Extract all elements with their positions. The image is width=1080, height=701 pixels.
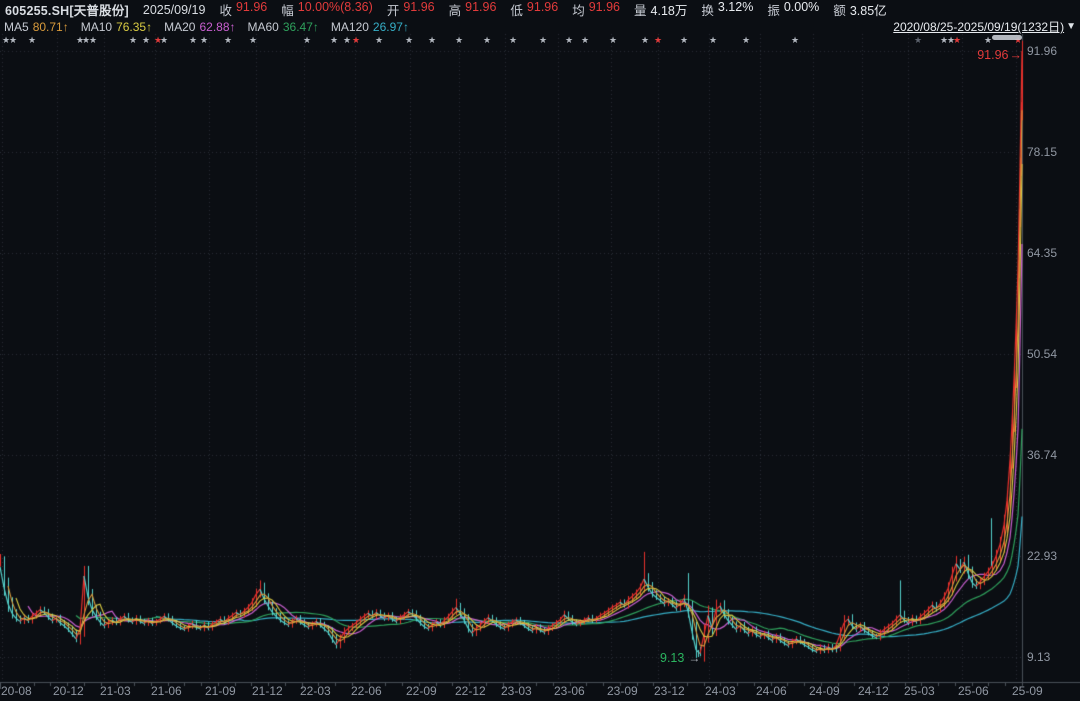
x-axis-label: 22-09 [406,684,437,698]
x-axis-label: 24-12 [858,684,889,698]
event-star-icon[interactable]: ★ [709,36,717,45]
x-axis-label: 25-03 [904,684,935,698]
x-axis-label: 23-12 [654,684,685,698]
x-axis-label: 24-06 [756,684,787,698]
x-axis-label: 23-09 [607,684,638,698]
right-arrow-icon: → [1009,48,1023,62]
event-marker-cluster[interactable] [992,35,1022,40]
last-price-value: 91.96 [977,48,1009,62]
y-axis-label: 36.74 [1027,448,1058,462]
event-star-icon[interactable]: ★ [405,36,413,45]
x-axis-label: 20-08 [1,684,32,698]
event-star-icon[interactable]: ★ [641,36,649,45]
x-axis-label: 21-09 [205,684,236,698]
y-axis-label: 64.35 [1027,246,1058,260]
event-star-icon[interactable]: ★ [953,36,961,45]
event-star-icon[interactable]: ★ [609,36,617,45]
x-axis-label: 20-12 [53,684,84,698]
lowest-price-value: 9.13 [660,651,685,665]
x-axis-label: 21-06 [151,684,182,698]
event-star-icon[interactable]: ★ [984,36,992,45]
y-axis-label: 91.96 [1027,44,1058,58]
event-star-icon[interactable]: ★ [352,36,360,45]
stock-chart-window: 605255.SH[天普股份] 2025/09/19 收91.96幅10.00%… [0,0,1080,701]
event-star-icon[interactable]: ★ [428,36,436,45]
event-star-icon[interactable]: ★ [142,36,150,45]
x-axis-label: 24-09 [809,684,840,698]
event-star-icon[interactable]: ★ [249,36,257,45]
x-axis-label: 24-03 [705,684,736,698]
event-star-icon[interactable]: ★ [189,36,197,45]
event-star-icon[interactable]: ★ [200,36,208,45]
event-star-icon[interactable]: ★ [160,36,168,45]
y-axis-label: 78.15 [1027,145,1058,160]
event-star-icon[interactable]: ★ [680,36,688,45]
event-star-icon[interactable]: ★ [565,36,573,45]
kline-canvas[interactable] [0,0,1080,701]
y-axis-label: 22.93 [1027,549,1058,564]
x-axis-label: 22-12 [455,684,486,698]
event-star-icon[interactable]: ★ [89,36,97,45]
event-star-icon[interactable]: ★ [483,36,491,45]
event-star-icon[interactable]: ★ [914,36,922,45]
event-star-icon[interactable]: ★ [654,36,662,45]
x-axis-label: 22-06 [351,684,382,698]
x-axis-label: 21-12 [252,684,283,698]
event-star-icon[interactable]: ★ [28,36,36,45]
y-axis-label: 9.13 [1027,650,1051,664]
y-axis-label: 50.54 [1027,347,1058,362]
event-star-icon[interactable]: ★ [742,36,750,45]
event-star-icon[interactable]: ★ [539,36,547,45]
event-star-icon[interactable]: ★ [791,36,799,45]
event-star-icon[interactable]: ★ [581,36,589,45]
x-axis-label: 22-03 [300,684,331,698]
lowest-price-tag: 9.13 → [660,651,700,665]
event-star-icon[interactable]: ★ [343,36,351,45]
event-star-icon[interactable]: ★ [129,36,137,45]
right-arrow-icon: → [688,651,701,665]
event-star-icon[interactable]: ★ [509,36,517,45]
event-star-icon[interactable]: ★ [375,36,383,45]
event-star-icon[interactable]: ★ [455,36,463,45]
last-price-tag: 91.96 → [977,48,1022,62]
event-star-icon[interactable]: ★ [9,36,17,45]
x-axis-label: 23-06 [554,684,585,698]
event-star-icon[interactable]: ★ [224,36,232,45]
x-axis-label: 25-09 [1012,684,1043,698]
x-axis-label: 23-03 [501,684,532,698]
x-axis-label: 21-03 [100,684,131,698]
event-star-icon[interactable]: ★ [303,36,311,45]
x-axis-label: 25-06 [958,684,989,698]
event-star-icon[interactable]: ★ [330,36,338,45]
